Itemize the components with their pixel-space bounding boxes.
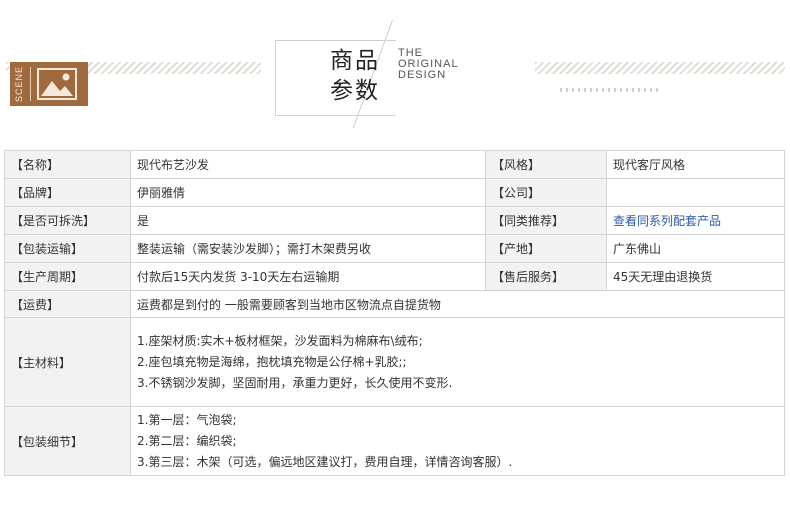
company-label: 【公司】 [485,178,607,207]
product-params-table: 【名称】 现代布艺沙发 【风格】 现代客厅风格 【品牌】 伊丽雅倩 【公司】 【… [4,150,785,476]
picture-icon [37,68,77,100]
pack-detail-line: 3.第三层：木架（可选，偏远地区建议打，费用自理，详情咨询客服）. [137,454,513,469]
table-row: 【运费】 运费都是到付的 一般需要顾客到当地市区物流点自提货物 [4,290,785,318]
table-row: 【包装运输】 整装运输（需安装沙发脚）；需打木架费另收 【产地】 广东佛山 [4,234,785,263]
origin-label: 【产地】 [485,234,607,263]
style-value: 现代客厅风格 [606,150,785,179]
material-label: 【主材料】 [4,317,131,407]
material-line: 2.座包填充物是海绵，抱枕填充物是公仔棉+乳胶;; [137,354,407,369]
production-value: 付款后15天内发货 3-10天左右运输期 [130,262,486,291]
table-row: 【主材料】 1.座架材质:实木+板材框架，沙发面料为棉麻布\绒布; 2.座包填充… [4,317,785,407]
packaging-label: 【包装运输】 [4,234,131,263]
pack-detail-line: 1.第一层：气泡袋; [137,412,237,427]
scene-badge: SCENE [10,62,88,106]
freight-label: 【运费】 [4,290,131,318]
origin-value: 广东佛山 [606,234,785,263]
section-title-cn: 商品 参数 [330,46,380,106]
title-cn-line1: 商品 [330,48,380,74]
section-title-en: THE ORIGINAL DESIGN [398,48,459,81]
company-value [606,178,785,207]
title-en-line3: DESIGN [398,69,447,81]
style-label: 【风格】 [485,150,607,179]
name-label: 【名称】 [4,150,131,179]
freight-value: 运费都是到付的 一般需要顾客到当地市区物流点自提货物 [130,290,785,318]
table-row: 【是否可拆洗】 是 【同类推荐】 查看同系列配套产品 [4,206,785,235]
material-value: 1.座架材质:实木+板材框架，沙发面料为棉麻布\绒布; 2.座包填充物是海绵，抱… [130,317,785,407]
aftersale-value: 45天无理由退换货 [606,262,785,291]
scene-divider [30,67,31,101]
removable-label: 【是否可拆洗】 [4,206,131,235]
table-row: 【品牌】 伊丽雅倩 【公司】 [4,178,785,207]
table-row: 【名称】 现代布艺沙发 【风格】 现代客厅风格 [4,150,785,179]
production-label: 【生产周期】 [4,262,131,291]
pack-detail-value: 1.第一层：气泡袋; 2.第二层：编织袋; 3.第三层：木架（可选，偏远地区建议… [130,406,785,476]
aftersale-label: 【售后服务】 [485,262,607,291]
scene-label: SCENE [14,66,24,103]
hatch-decoration-right [535,62,785,74]
brand-value: 伊丽雅倩 [130,178,486,207]
dotted-decoration [560,88,660,92]
similar-label: 【同类推荐】 [485,206,607,235]
pack-detail-label: 【包装细节】 [4,406,131,476]
similar-products-link[interactable]: 查看同系列配套产品 [606,206,785,235]
brand-label: 【品牌】 [4,178,131,207]
material-line: 3.不锈钢沙发脚，坚固耐用，承重力更好，长久使用不变形. [137,375,453,390]
name-value: 现代布艺沙发 [130,150,486,179]
removable-value: 是 [130,206,486,235]
packaging-value: 整装运输（需安装沙发脚）；需打木架费另收 [130,234,486,263]
table-row: 【生产周期】 付款后15天内发货 3-10天左右运输期 【售后服务】 45天无理… [4,262,785,291]
material-line: 1.座架材质:实木+板材框架，沙发面料为棉麻布\绒布; [137,333,423,348]
section-header: SCENE 商品 参数 THE ORIGINAL DESIGN [0,0,790,140]
title-cn-line2: 参数 [330,78,380,104]
table-row: 【包装细节】 1.第一层：气泡袋; 2.第二层：编织袋; 3.第三层：木架（可选… [4,406,785,476]
pack-detail-line: 2.第二层：编织袋; [137,433,237,448]
